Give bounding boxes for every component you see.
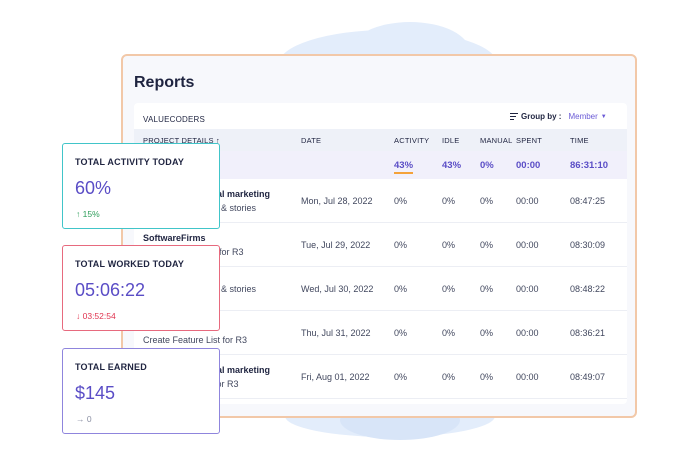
card-delta: ↓ 03:52:54	[76, 311, 116, 321]
project-name: tal marketing	[214, 189, 271, 199]
row-time: 08:47:25	[570, 196, 606, 206]
card-value: 05:06:22	[75, 280, 146, 300]
column-header-manual[interactable]: MANUAL	[480, 136, 512, 145]
group-by-control[interactable]: Group by : Member ▼	[510, 112, 607, 121]
row-manual: 0%	[480, 372, 494, 382]
row-date: Fri, Aug 01, 2022	[301, 372, 370, 382]
row-manual: 0%	[480, 328, 494, 338]
row-manual: 0%	[480, 240, 494, 250]
row-activity: 0%	[394, 196, 408, 206]
total-worked-card: TOTAL WORKED TODAY 05:06:22 ↓ 03:52:54	[62, 245, 220, 331]
row-idle: 0%	[442, 196, 456, 206]
row-idle: 0%	[442, 240, 456, 250]
summary-idle: 43%	[442, 160, 462, 171]
row-idle: 0%	[442, 328, 456, 338]
row-activity: 0%	[394, 372, 408, 382]
total-earned-card: TOTAL EARNED $145 → 0	[62, 348, 220, 434]
row-idle: 0%	[442, 372, 456, 382]
row-manual: 0%	[480, 196, 494, 206]
summary-activity: 43%	[394, 160, 414, 174]
column-header-spent[interactable]: SPENT	[516, 136, 542, 145]
row-time: 08:36:21	[570, 328, 606, 338]
group-by-label: Group by :	[521, 112, 562, 121]
row-spent: 00:00	[516, 328, 539, 338]
card-delta: → 0	[76, 414, 92, 424]
row-spent: 00:00	[516, 372, 539, 382]
card-label: TOTAL EARNED	[75, 362, 147, 372]
row-spent: 00:00	[516, 196, 539, 206]
column-header-activity[interactable]: ACTIVITY	[394, 136, 429, 145]
row-spent: 00:00	[516, 240, 539, 250]
group-by-value[interactable]: Member	[568, 112, 597, 121]
column-header-time[interactable]: TIME	[570, 136, 589, 145]
row-date: Wed, Jul 30, 2022	[301, 284, 374, 294]
row-time: 08:48:22	[570, 284, 606, 294]
row-date: Tue, Jul 29, 2022	[301, 240, 371, 250]
card-value: 60%	[75, 178, 112, 198]
project-name: tal marketing	[214, 365, 271, 375]
project-name: SoftwareFirms	[143, 233, 206, 243]
card-value: $145	[75, 383, 116, 403]
card-label: TOTAL WORKED TODAY	[75, 259, 185, 269]
row-activity: 0%	[394, 284, 408, 294]
row-date: Mon, Jul 28, 2022	[301, 196, 373, 206]
summary-spent: 00:00	[516, 160, 541, 171]
column-header-date[interactable]: DATE	[301, 136, 321, 145]
column-header-idle[interactable]: IDLE	[442, 136, 459, 145]
row-time: 08:49:07	[570, 372, 606, 382]
row-manual: 0%	[480, 284, 494, 294]
project-task: s & stories	[214, 284, 257, 294]
chevron-down-icon[interactable]: ▼	[601, 114, 607, 120]
company-name: VALUECODERS	[143, 115, 206, 124]
project-task: s & stories	[214, 203, 257, 213]
row-time: 08:30:09	[570, 240, 606, 250]
card-label: TOTAL ACTIVITY TODAY	[75, 157, 185, 167]
group-by-icon	[510, 113, 518, 120]
row-spent: 00:00	[516, 284, 539, 294]
row-activity: 0%	[394, 240, 408, 250]
total-activity-card: TOTAL ACTIVITY TODAY 60% ↑ 15%	[62, 143, 220, 229]
page-title: Reports	[134, 74, 195, 91]
summary-time: 86:31:10	[570, 160, 609, 171]
summary-manual: 0%	[480, 160, 494, 171]
row-activity: 0%	[394, 328, 408, 338]
card-delta: ↑ 15%	[76, 209, 100, 219]
row-date: Thu, Jul 31, 2022	[301, 328, 371, 338]
row-idle: 0%	[442, 284, 456, 294]
project-task: Create Feature List for R3	[143, 335, 248, 345]
